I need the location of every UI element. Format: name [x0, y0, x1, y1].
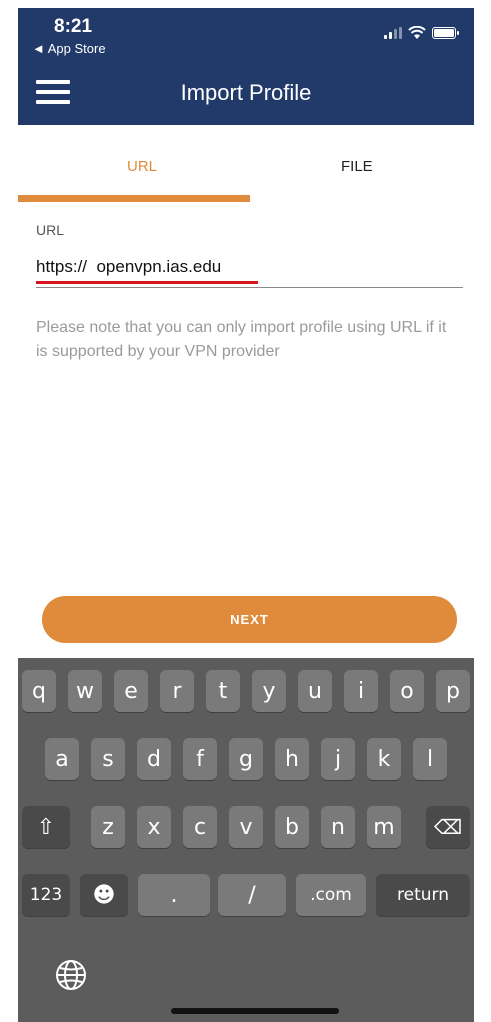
globe-icon[interactable] — [54, 958, 88, 992]
status-icons — [384, 26, 459, 40]
return-key[interactable]: return — [376, 874, 470, 916]
app-screen: 8:21 ◄ App Store Import Profile URL FILE… — [0, 0, 491, 1022]
key-w[interactable]: w — [68, 670, 102, 712]
key-h[interactable]: h — [275, 738, 309, 780]
period-key[interactable]: . — [138, 874, 210, 916]
key-v[interactable]: v — [229, 806, 263, 848]
app-header: 8:21 ◄ App Store Import Profile — [18, 8, 474, 125]
key-p[interactable]: p — [436, 670, 470, 712]
key-e[interactable]: e — [114, 670, 148, 712]
numbers-key[interactable]: 123 — [22, 874, 70, 916]
next-button[interactable]: NEXT — [42, 596, 457, 643]
key-b[interactable]: b — [275, 806, 309, 848]
key-l[interactable]: l — [413, 738, 447, 780]
signal-icon — [384, 27, 402, 39]
import-tabs: URL FILE — [18, 125, 474, 205]
status-time: 8:21 — [54, 16, 93, 37]
tab-url[interactable]: URL — [127, 158, 157, 175]
key-u[interactable]: u — [298, 670, 332, 712]
key-x[interactable]: x — [137, 806, 171, 848]
key-a[interactable]: a — [45, 738, 79, 780]
url-field-label: URL — [36, 222, 65, 238]
key-i[interactable]: i — [344, 670, 378, 712]
key-s[interactable]: s — [91, 738, 125, 780]
key-r[interactable]: r — [160, 670, 194, 712]
key-c[interactable]: c — [183, 806, 217, 848]
shift-key-icon[interactable]: ⇧ — [22, 806, 70, 848]
page-title: Import Profile — [180, 80, 312, 105]
key-n[interactable]: n — [321, 806, 355, 848]
key-z[interactable]: z — [91, 806, 125, 848]
import-note: Please note that you can only import pro… — [36, 319, 447, 360]
key-q[interactable]: q — [22, 670, 56, 712]
tab-file[interactable]: FILE — [341, 158, 373, 175]
active-tab-indicator — [18, 195, 250, 202]
key-j[interactable]: j — [321, 738, 355, 780]
key-k[interactable]: k — [367, 738, 401, 780]
key-d[interactable]: d — [137, 738, 171, 780]
key-y[interactable]: y — [252, 670, 286, 712]
url-highlight-underline — [36, 281, 258, 284]
key-f[interactable]: f — [183, 738, 217, 780]
battery-icon — [432, 27, 459, 39]
key-o[interactable]: o — [390, 670, 424, 712]
key-t[interactable]: t — [206, 670, 240, 712]
key-m[interactable]: m — [367, 806, 401, 848]
emoji-key-icon[interactable]: ☻ — [80, 874, 128, 916]
dot-com-key[interactable]: .com — [296, 874, 366, 916]
home-indicator — [171, 1008, 339, 1014]
back-to-app-store-link[interactable]: ◄ App Store — [32, 41, 106, 56]
key-g[interactable]: g — [229, 738, 263, 780]
delete-key-icon[interactable]: ⌫ — [426, 806, 470, 848]
wifi-icon — [408, 26, 426, 39]
slash-key[interactable]: / — [218, 874, 286, 916]
